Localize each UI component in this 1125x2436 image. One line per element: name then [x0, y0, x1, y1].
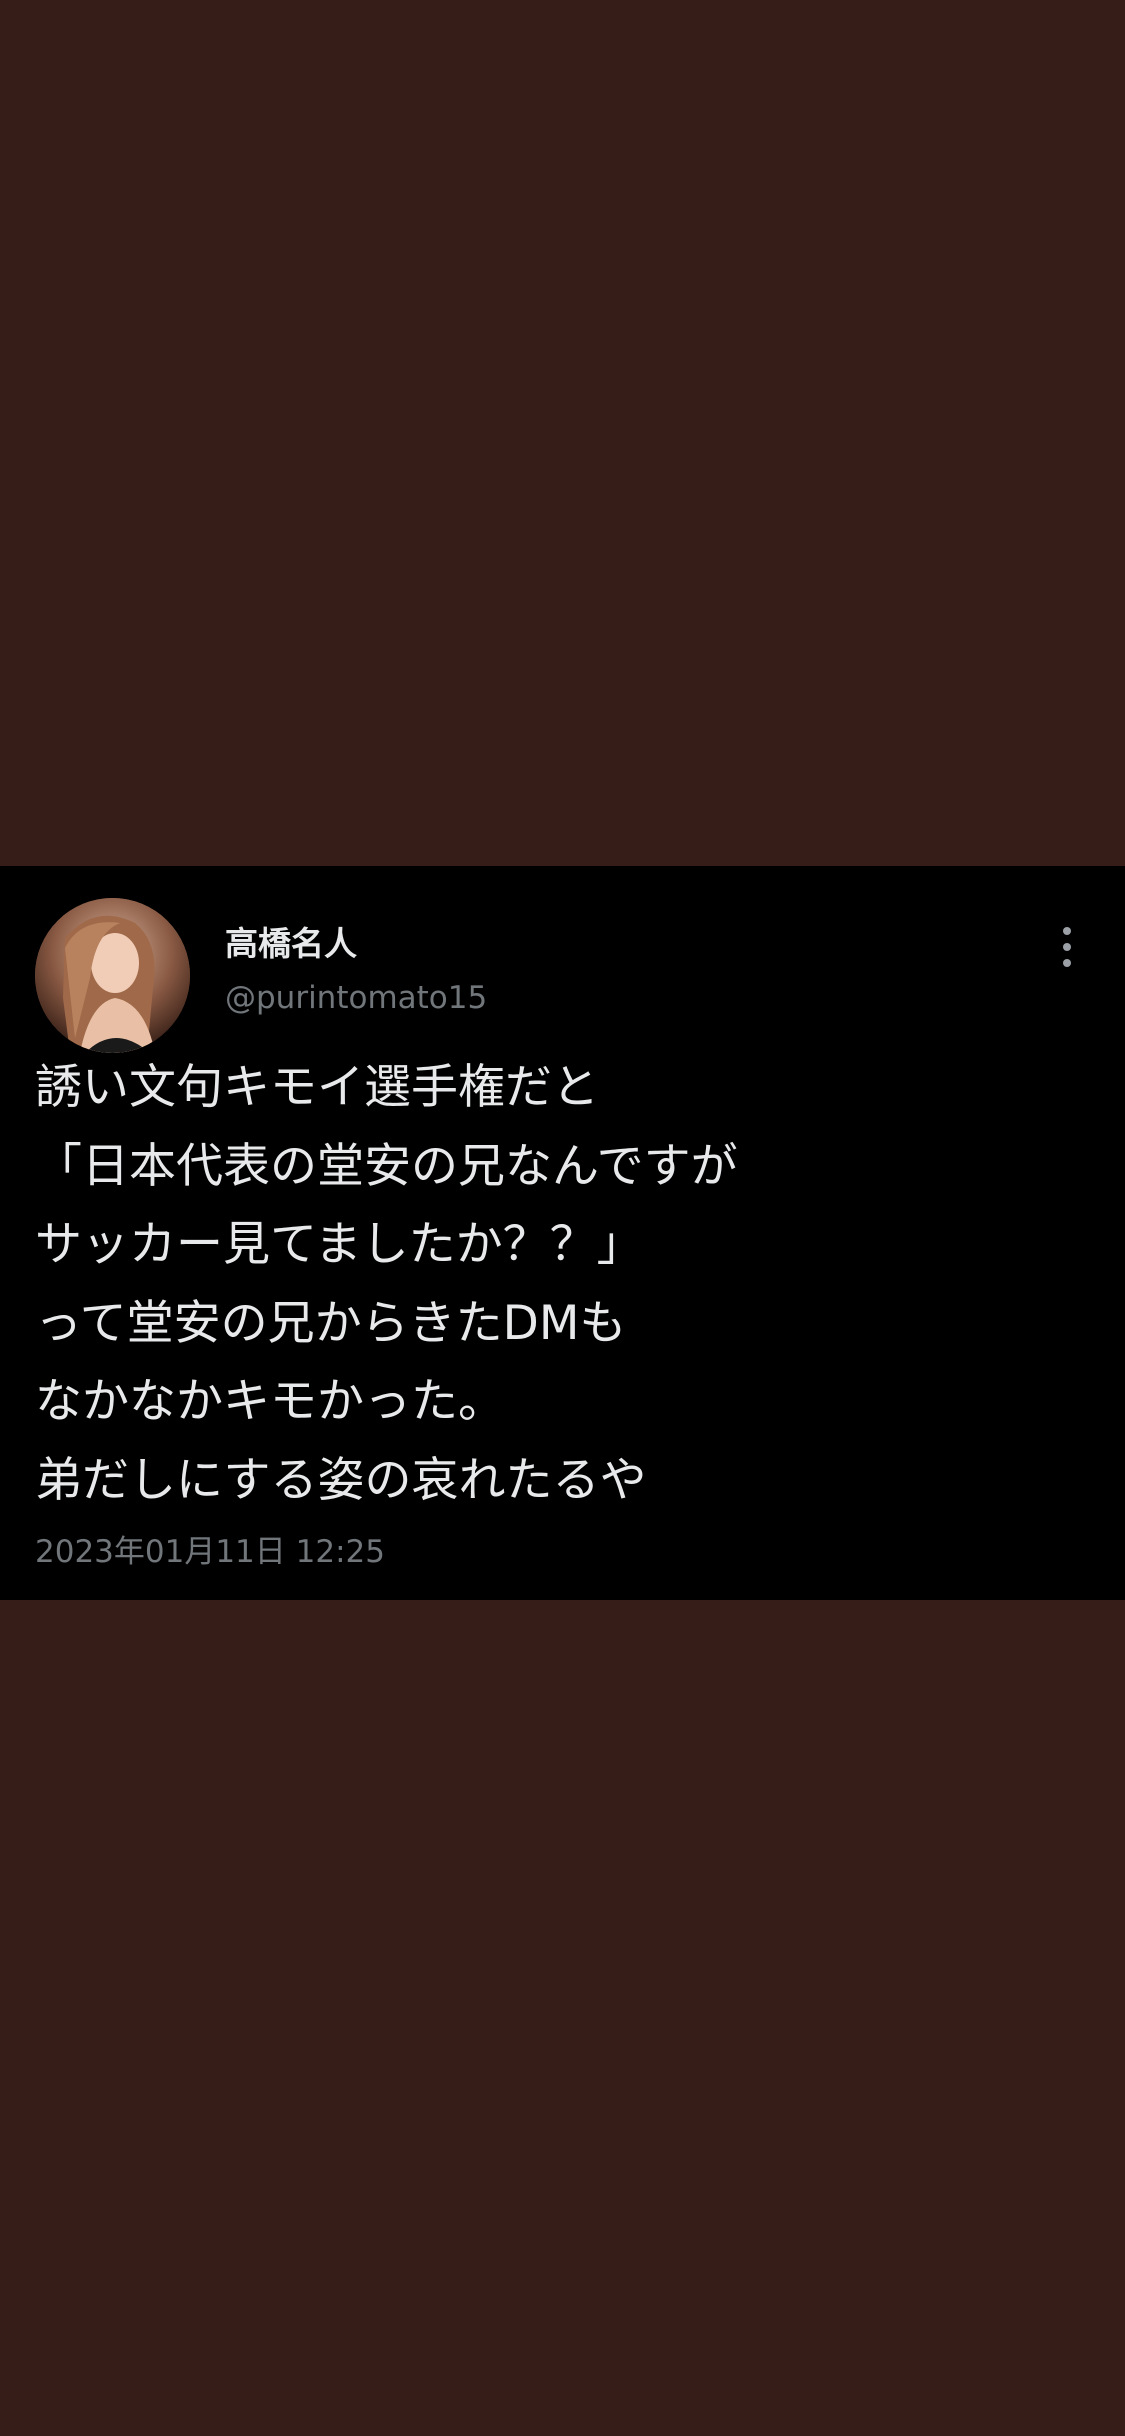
- more-options-button[interactable]: [1045, 923, 1089, 971]
- display-name[interactable]: 高橋名人: [225, 924, 357, 964]
- ellipsis-dot: [1063, 959, 1071, 967]
- tweet-text-line: 「日本代表の堂安の兄なんですが: [35, 1138, 738, 1194]
- tweet-timestamp[interactable]: 2023年01月11日 12:25: [35, 1532, 385, 1572]
- tweet-card: 高橋名人 @purintomato15 誘い文句キモイ選手権だと 「日本代表の堂…: [0, 866, 1125, 1600]
- ellipsis-dot: [1063, 943, 1071, 951]
- tweet-text-line: って堂安の兄からきたDMも: [35, 1295, 627, 1351]
- tweet-text: 誘い文句キモイ選手権だと 「日本代表の堂安の兄なんですが サッカー見てましたか？…: [35, 1049, 1095, 1520]
- user-handle[interactable]: @purintomato15: [225, 978, 487, 1018]
- avatar[interactable]: [35, 898, 190, 1053]
- tweet-text-line: サッカー見てましたか？？」: [35, 1217, 644, 1272]
- tweet-text-line: 誘い文句キモイ選手権だと: [35, 1060, 599, 1115]
- vertical-ellipsis-icon: [1063, 927, 1071, 935]
- tweet-text-line: なかなかキモかった。: [35, 1374, 505, 1429]
- avatar-photo: [35, 898, 190, 1053]
- tweet-text-line: 弟だしにする姿の哀れたるや: [35, 1452, 647, 1508]
